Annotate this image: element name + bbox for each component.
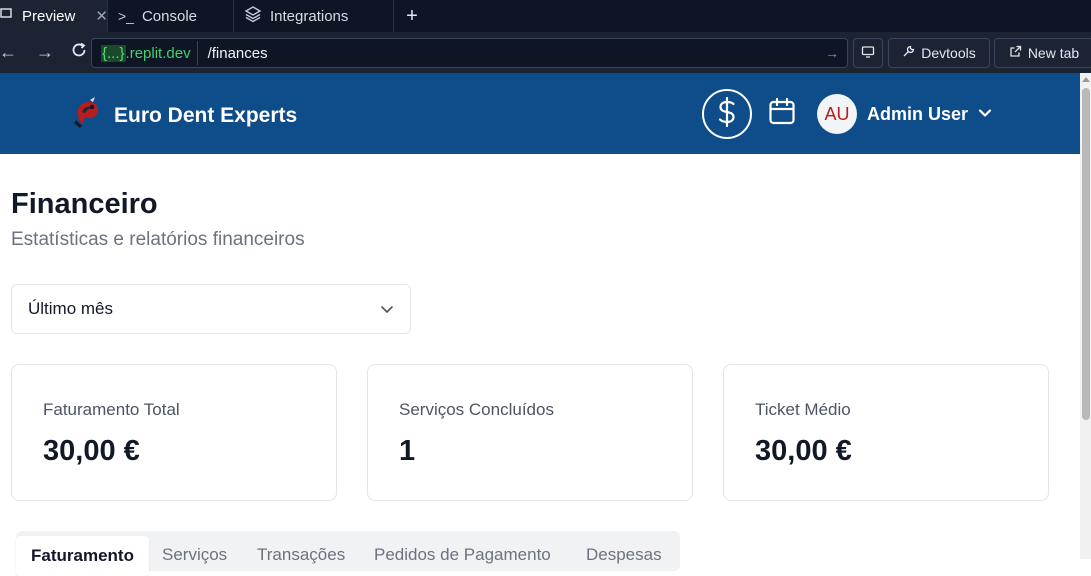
tab-integrations[interactable]: Integrations <box>234 0 394 32</box>
devtools-label: Devtools <box>921 45 976 61</box>
add-tab-button[interactable]: + <box>394 0 430 32</box>
domain-text: .replit.dev <box>125 44 191 62</box>
avatar[interactable]: AU <box>817 94 857 134</box>
period-select-value: Último mês <box>28 299 114 318</box>
screen-size-button[interactable] <box>853 38 883 68</box>
domain-brace: {...} <box>101 44 126 62</box>
url-path: /finances <box>207 44 268 62</box>
monitor-icon <box>861 45 875 62</box>
card-value: 30,00 € <box>755 435 852 467</box>
card-label: Serviços Concluídos <box>399 400 554 419</box>
tab-label: Preview <box>22 7 76 25</box>
period-select[interactable]: Último mês <box>11 284 411 334</box>
tab-faturamento[interactable]: Faturamento <box>16 536 149 576</box>
finances-button[interactable] <box>702 89 752 139</box>
close-icon[interactable]: ✕ <box>95 7 108 25</box>
open-new-tab-button[interactable]: New tab <box>994 38 1091 68</box>
layers-icon <box>244 5 262 27</box>
domain-chip[interactable]: {...} .replit.dev <box>95 41 198 65</box>
app-header: Euro Dent Experts AU Admin User <box>0 73 1080 154</box>
tab-pedidos-de-pagamento[interactable]: Pedidos de Pagamento <box>374 545 551 565</box>
new-tab-label: New tab <box>1027 45 1080 61</box>
calendar-icon <box>768 97 796 130</box>
page-title: Financeiro <box>11 188 158 220</box>
card-value: 30,00 € <box>43 435 140 467</box>
forward-button[interactable]: → <box>28 38 62 68</box>
card-value: 1 <box>399 435 416 467</box>
user-name: Admin User <box>867 103 969 124</box>
back-button[interactable]: ← <box>0 38 17 68</box>
arrow-right-icon[interactable]: → <box>825 45 839 61</box>
user-menu[interactable]: AU Admin User <box>817 94 992 134</box>
scrollbar-thumb[interactable] <box>1082 88 1090 420</box>
external-link-icon <box>1009 45 1022 61</box>
calendar-button[interactable] <box>767 97 797 130</box>
brand-title: Euro Dent Experts <box>114 103 298 127</box>
avatar-initials: AU <box>824 103 850 124</box>
page-subtitle: Estatísticas e relatórios financeiros <box>11 229 305 250</box>
terminal-icon: >_ <box>118 8 134 24</box>
arrow-right-icon: → <box>36 42 54 62</box>
brand[interactable]: Euro Dent Experts <box>72 96 297 135</box>
url-input[interactable]: {...} .replit.dev /finances → <box>91 38 848 68</box>
stat-card-completed-services: Serviços Concluídos 1 <box>367 364 693 501</box>
browser-tab-bar: Preview ✕ >_ Console Integrations + <box>0 0 1091 32</box>
chevron-down-icon <box>380 299 394 319</box>
preview-icon <box>0 7 14 25</box>
tab-despesas[interactable]: Despesas <box>586 545 662 565</box>
plus-icon: + <box>406 4 418 27</box>
tab-console[interactable]: >_ Console <box>108 0 234 32</box>
card-label: Ticket Médio <box>755 400 851 419</box>
arrow-left-icon: ← <box>0 42 17 62</box>
reload-icon <box>70 41 88 64</box>
chevron-down-icon[interactable] <box>978 105 992 123</box>
card-label: Faturamento Total <box>43 400 180 419</box>
stat-card-total-revenue: Faturamento Total 30,00 € <box>11 364 337 501</box>
wrench-icon <box>902 45 915 61</box>
logo-icon <box>72 96 104 135</box>
address-bar: ← → {...} .replit.dev /finances → Devtoo… <box>0 32 1091 73</box>
tab-label: Integrations <box>270 7 349 25</box>
tab-transacoes[interactable]: Transações <box>257 545 345 565</box>
tab-servicos[interactable]: Serviços <box>162 545 227 565</box>
dollar-circle-icon <box>714 96 740 132</box>
tab-preview[interactable]: Preview ✕ <box>0 0 108 32</box>
scroll-up-arrow-icon[interactable] <box>1082 77 1090 82</box>
devtools-button[interactable]: Devtools <box>888 38 990 68</box>
tab-label: Console <box>141 7 198 25</box>
finance-tabs: Faturamento Serviços Transações Pedidos … <box>16 531 680 576</box>
stat-card-average-ticket: Ticket Médio 30,00 € <box>723 364 1049 501</box>
